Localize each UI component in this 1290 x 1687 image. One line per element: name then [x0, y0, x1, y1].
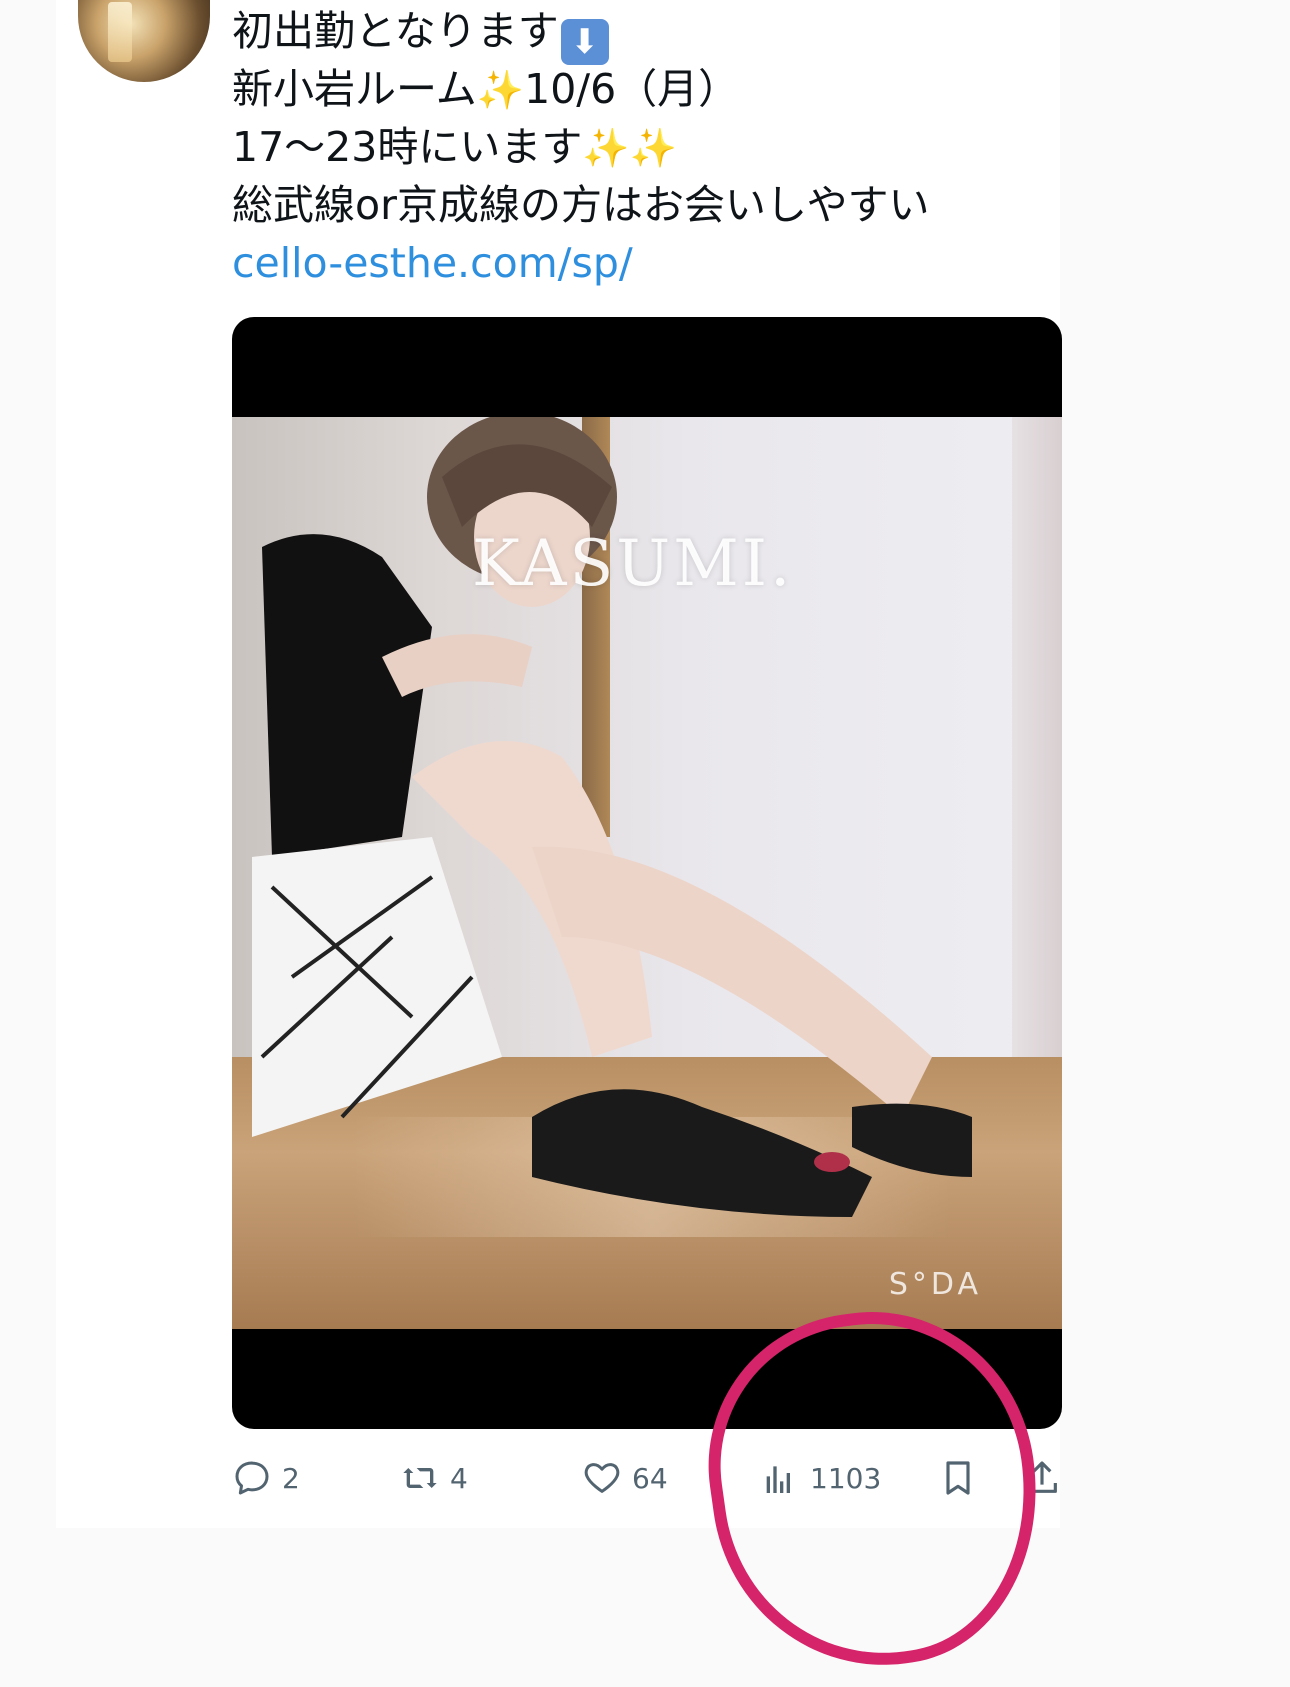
sparkles-emoji-icon: ✨	[629, 126, 677, 170]
retweet-icon	[403, 1468, 437, 1488]
tweet-link-line: cello-esthe.com/sp/	[232, 234, 992, 292]
watermark-name: KASUMI.	[472, 527, 794, 601]
tweet-line-3: 17〜23時にいます✨✨	[232, 118, 992, 176]
reply-button[interactable]: 2	[232, 1448, 300, 1508]
tweet-media[interactable]: KASUMI. S°DA	[232, 317, 1062, 1429]
sparkles-emoji-icon: ✨	[476, 68, 525, 112]
avatar-image-detail	[108, 2, 132, 62]
media-photo[interactable]: KASUMI. S°DA	[232, 417, 1062, 1329]
tweet-link[interactable]: cello-esthe.com/sp/	[232, 239, 633, 287]
tweet-line-2: 新小岩ルーム✨10/6（月）	[232, 60, 992, 118]
tweet-line-2-date: 10/6（月）	[524, 65, 740, 113]
reply-count: 2	[282, 1461, 300, 1495]
retweet-button[interactable]: 4	[400, 1448, 468, 1508]
heart-icon	[584, 1463, 620, 1493]
tweet-line-4: 総武線or京成線の方はお会いしやすい	[232, 176, 992, 234]
tweet-line-1-text: 初出勤となります	[232, 7, 559, 55]
tweet-line-3-text: 17〜23時にいます	[232, 123, 583, 171]
reply-icon	[235, 1461, 269, 1495]
like-button[interactable]: 64	[582, 1448, 668, 1508]
tweet-line-4-text: 総武線or京成線の方はお会いしやすい	[232, 181, 930, 229]
tweet-line-1: 初出勤となります ⬇	[232, 2, 992, 65]
like-count: 64	[632, 1461, 668, 1495]
sparkles-emoji-icon: ✨	[582, 126, 630, 170]
retweet-count: 4	[450, 1461, 468, 1495]
tweet-text: 初出勤となります ⬇ 新小岩ルーム✨10/6（月） 17〜23時にいます✨✨ 総武…	[232, 2, 992, 292]
down-arrow-emoji-icon: ⬇	[560, 19, 609, 65]
watermark-app: S°DA	[888, 1267, 982, 1302]
tweet-line-2-text: 新小岩ルーム	[232, 65, 477, 113]
